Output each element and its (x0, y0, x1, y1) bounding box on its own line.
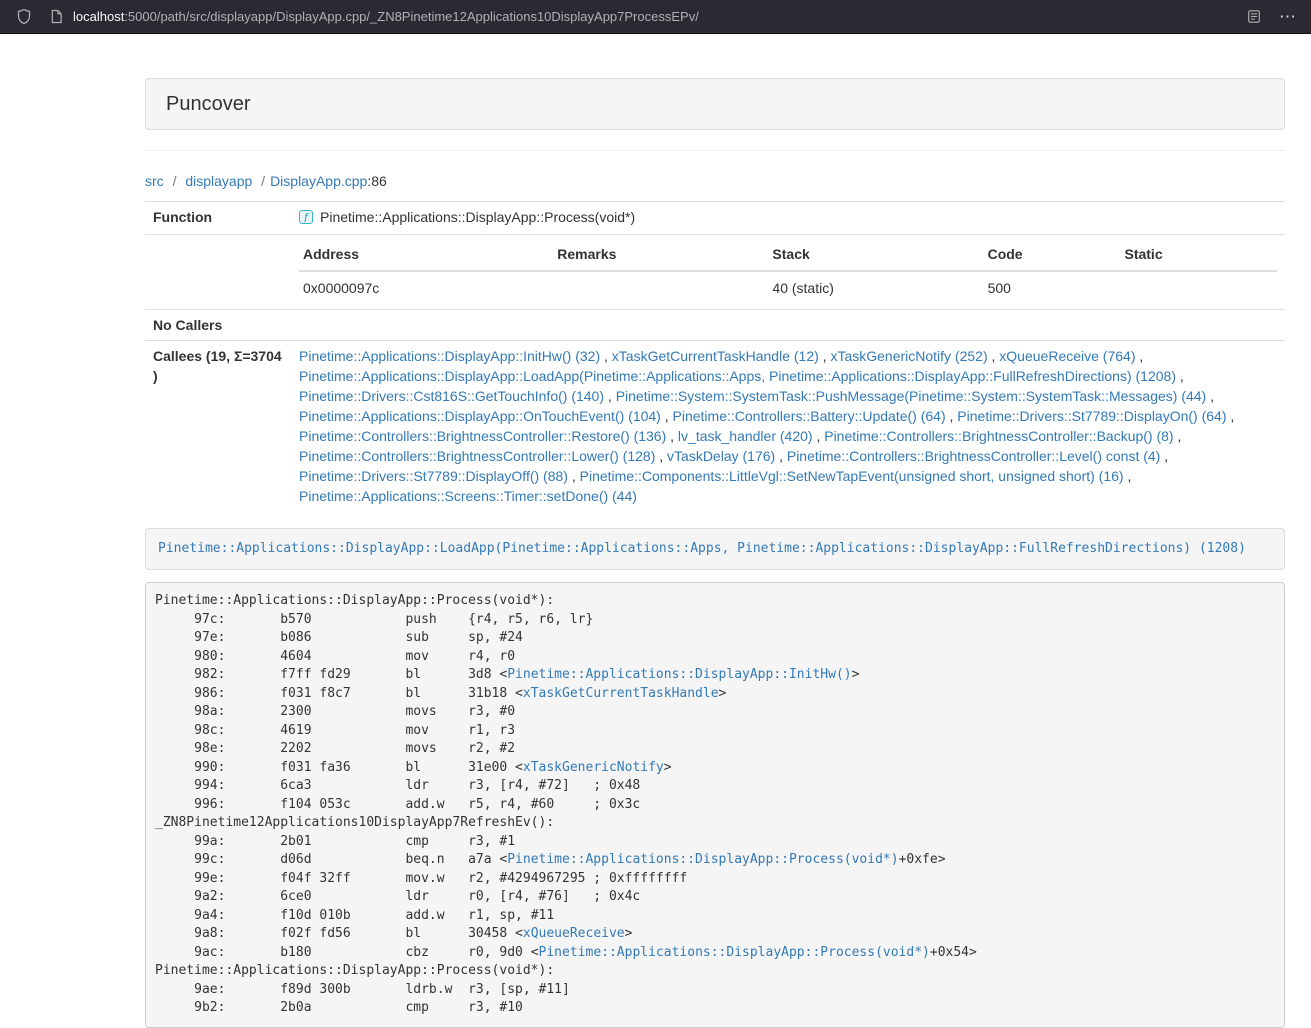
snippet-symbol-link[interactable]: Pinetime::Applications::DisplayApp::Load… (158, 541, 1246, 556)
callee-separator: , (666, 428, 678, 444)
callee-link[interactable]: Pinetime::System::SystemTask::PushMessag… (616, 388, 1207, 404)
snippet-header-panel: Pinetime::Applications::DisplayApp::Load… (145, 528, 1285, 570)
callee-separator: , (819, 348, 831, 364)
callee-separator: , (568, 468, 580, 484)
breadcrumb-separator: / (261, 173, 265, 189)
callee-separator: , (655, 448, 667, 464)
callee-link[interactable]: Pinetime::Applications::DisplayApp::Init… (299, 348, 600, 364)
callee-separator: , (988, 348, 1000, 364)
app-header-panel: Puncover (145, 78, 1285, 130)
callee-link[interactable]: Pinetime::Applications::DisplayApp::OnTo… (299, 408, 661, 424)
url-host: localhost (73, 9, 124, 24)
breadcrumb-link-src[interactable]: src (145, 173, 164, 189)
breadcrumb-link-displayapp[interactable]: displayapp (185, 173, 252, 189)
no-callers-row: No Callers (145, 310, 1285, 341)
callees-list: Pinetime::Applications::DisplayApp::Init… (291, 341, 1285, 512)
callee-link[interactable]: Pinetime::Applications::DisplayApp::Load… (299, 368, 1176, 384)
code-cell: 500 (984, 271, 1121, 304)
col-address: Address (299, 240, 553, 271)
callee-separator: , (813, 428, 825, 444)
callee-separator: , (1135, 348, 1143, 364)
callee-separator: , (1206, 388, 1214, 404)
no-callers-label: No Callers (145, 310, 291, 341)
col-static: Static (1120, 240, 1277, 271)
callee-link[interactable]: Pinetime::Applications::Screens::Timer::… (299, 488, 637, 504)
url-path: :5000/path/src/displayapp/DisplayApp.cpp… (124, 9, 699, 24)
remarks-cell (553, 271, 768, 304)
callee-separator: , (1227, 408, 1235, 424)
callee-link[interactable]: xTaskGetCurrentTaskHandle (12) (612, 348, 819, 364)
function-name: Pinetime::Applications::DisplayApp::Proc… (320, 209, 635, 225)
static-cell (1120, 271, 1277, 304)
callees-row: Callees (19, Σ=3704 ) Pinetime::Applicat… (145, 341, 1285, 512)
callee-link[interactable]: lv_task_handler (420) (678, 428, 813, 444)
main-content: Puncover src / displayapp / DisplayApp.cp… (145, 34, 1285, 1028)
page-favicon-icon (50, 9, 63, 24)
callee-separator: , (1174, 428, 1182, 444)
callee-link[interactable]: Pinetime::Controllers::BrightnessControl… (824, 428, 1173, 444)
divider (145, 150, 1285, 151)
callee-separator: , (661, 408, 673, 424)
browser-chrome: localhost:5000/path/src/displayapp/Displ… (0, 0, 1311, 34)
col-remarks: Remarks (553, 240, 768, 271)
callee-separator: , (1124, 468, 1132, 484)
callee-link[interactable]: Pinetime::Controllers::BrightnessControl… (787, 448, 1160, 464)
stats-row-label (145, 235, 291, 310)
col-stack: Stack (768, 240, 983, 271)
app-title: Puncover (166, 93, 1264, 115)
callee-separator: , (600, 348, 612, 364)
stats-row: Address Remarks Stack Code Static 0x0000… (145, 235, 1285, 310)
symbol-detail-table: Function f Pinetime::Applications::Displ… (145, 201, 1285, 511)
disassembly: Pinetime::Applications::DisplayApp::Proc… (145, 582, 1285, 1028)
callees-label: Callees (19, Σ=3704 ) (145, 341, 291, 512)
breadcrumb-separator: / (173, 173, 177, 189)
callee-separator: , (1176, 368, 1184, 384)
code-symbol-link[interactable]: Pinetime::Applications::DisplayApp::Proc… (507, 852, 898, 867)
reader-mode-icon[interactable] (1247, 9, 1261, 24)
stack-cell: 40 (static) (768, 271, 983, 304)
callee-link[interactable]: xQueueReceive (764) (999, 348, 1135, 364)
function-type-icon: f (299, 209, 313, 229)
callee-link[interactable]: vTaskDelay (176) (667, 448, 775, 464)
callee-separator: , (946, 408, 958, 424)
code-symbol-link[interactable]: Pinetime::Applications::DisplayApp::Proc… (539, 945, 930, 960)
code-symbol-link[interactable]: xQueueReceive (523, 926, 625, 941)
callee-separator: , (1160, 448, 1168, 464)
callee-link[interactable]: xTaskGenericNotify (252) (830, 348, 987, 364)
code-symbol-link[interactable]: Pinetime::Applications::DisplayApp::Init… (507, 667, 851, 682)
callee-separator: , (775, 448, 787, 464)
stats-values-row: 0x0000097c 40 (static) 500 (299, 271, 1277, 304)
function-row: Function f Pinetime::Applications::Displ… (145, 202, 1285, 235)
callee-link[interactable]: Pinetime::Controllers::BrightnessControl… (299, 448, 655, 464)
code-symbol-link[interactable]: xTaskGetCurrentTaskHandle (523, 686, 719, 701)
function-label: Function (145, 202, 291, 235)
tracking-protection-shield-icon[interactable] (16, 8, 32, 25)
breadcrumb-link-file[interactable]: DisplayApp.cpp (270, 173, 367, 189)
callee-link[interactable]: Pinetime::Drivers::St7789::DisplayOn() (… (957, 408, 1226, 424)
breadcrumb: src / displayapp / DisplayApp.cpp:86 (145, 171, 1285, 191)
callee-link[interactable]: Pinetime::Drivers::Cst816S::GetTouchInfo… (299, 388, 604, 404)
callee-link[interactable]: Pinetime::Controllers::Battery::Update()… (673, 408, 946, 424)
callee-separator: , (604, 388, 616, 404)
overflow-menu-icon[interactable]: ⋯ (1279, 8, 1297, 25)
callee-link[interactable]: Pinetime::Drivers::St7789::DisplayOff() … (299, 468, 568, 484)
code-symbol-link[interactable]: xTaskGenericNotify (523, 760, 664, 775)
stats-table: Address Remarks Stack Code Static 0x0000… (299, 240, 1277, 304)
address-bar[interactable]: localhost:5000/path/src/displayapp/Displ… (73, 9, 1229, 24)
breadcrumb-line-number: :86 (367, 173, 386, 189)
callee-link[interactable]: Pinetime::Controllers::BrightnessControl… (299, 428, 666, 444)
callee-link[interactable]: Pinetime::Components::LittleVgl::SetNewT… (580, 468, 1124, 484)
col-code: Code (984, 240, 1121, 271)
address-cell: 0x0000097c (299, 271, 553, 304)
